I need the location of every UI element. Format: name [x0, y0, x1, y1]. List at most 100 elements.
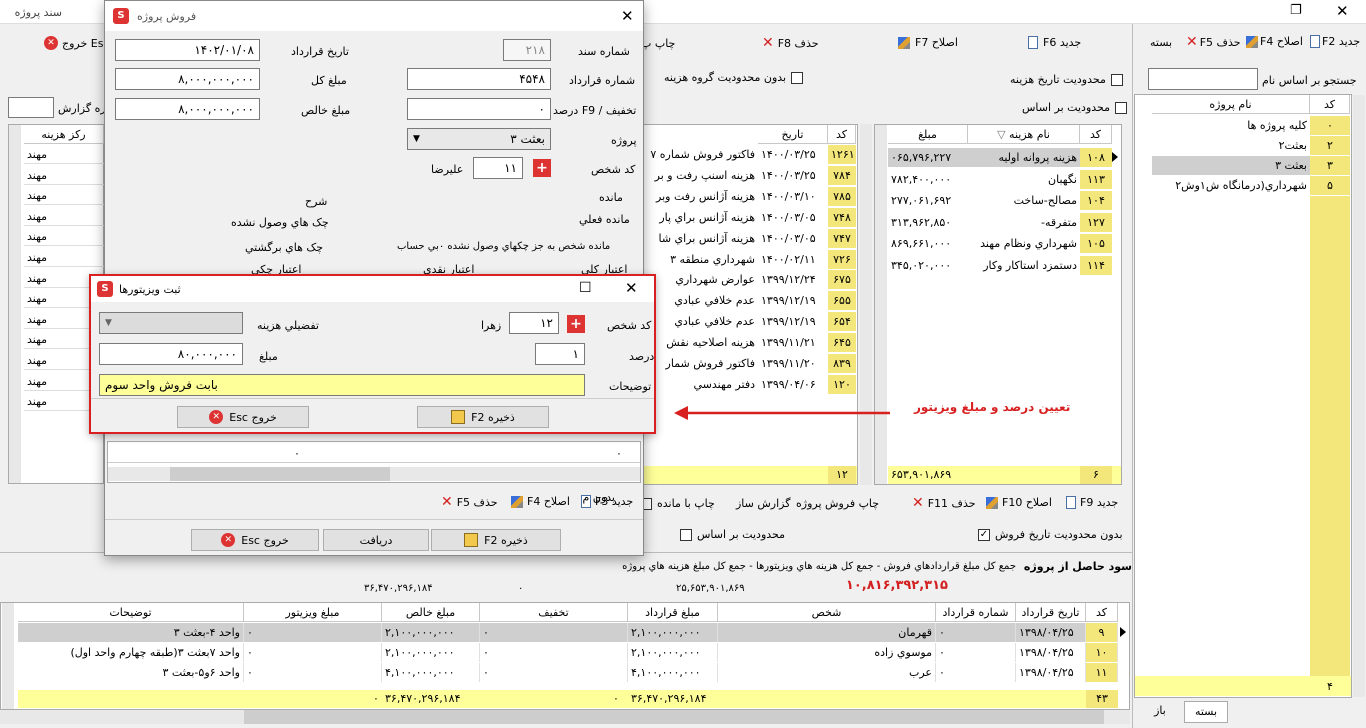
contracts-cell[interactable]: موسوي زاده: [718, 643, 936, 662]
exit-button[interactable]: ✕ خروج Esc: [44, 36, 110, 50]
report-input[interactable]: [8, 97, 54, 118]
mid-row-desc[interactable]: هزينه آژانس رفت وبر: [640, 187, 758, 206]
mid-row-desc[interactable]: عدم خلافي عبادي: [640, 312, 758, 331]
contracts-cell[interactable]: واحد ۴-بعثت ۳: [18, 623, 244, 642]
cost-center-scroll[interactable]: [9, 125, 21, 483]
add-person-button[interactable]: +: [533, 159, 551, 177]
project-select[interactable]: ▼ بعثت ۳: [407, 128, 551, 150]
mid-row-date[interactable]: ۱۴۰۰/۰۳/۰۵: [758, 229, 828, 248]
mid-row-code[interactable]: ۱۲۶۱: [828, 145, 856, 164]
contracts-cell[interactable]: ۹: [1086, 623, 1118, 642]
new-f6-button[interactable]: جدید F6: [1028, 36, 1081, 49]
mid-row-date[interactable]: ۱۳۹۹/۱۲/۱۹: [758, 312, 828, 331]
mid-row-date[interactable]: ۱۳۹۹/۰۴/۰۶: [758, 375, 828, 394]
mid-row-date[interactable]: ۱۴۰۰/۰۳/۲۵: [758, 166, 828, 185]
project-row-name[interactable]: كليه پروژه ها: [1152, 116, 1310, 135]
contracts-cell[interactable]: ۰: [936, 623, 1016, 642]
edit-f4-button[interactable]: اصلاح F4: [1246, 35, 1303, 48]
discount-input[interactable]: ۰: [407, 98, 551, 120]
contracts-cell[interactable]: قهرمان: [718, 623, 936, 642]
mid-row-desc[interactable]: شهرداري منطقه ۳: [640, 250, 758, 269]
receive-button[interactable]: دريافت: [323, 529, 429, 551]
tab-open[interactable]: باز: [1140, 701, 1180, 723]
mid-vscroll[interactable]: [860, 124, 872, 485]
cost-row-code[interactable]: ۱۱۳: [1080, 169, 1112, 189]
amount-input[interactable]: ۸۰,۰۰۰,۰۰۰: [99, 343, 243, 365]
mid-row-code[interactable]: ۶۷۵: [828, 270, 856, 290]
contracts-cell[interactable]: ۱۳۹۸/۰۴/۲۵: [1016, 623, 1086, 642]
mid-row-code[interactable]: ۷۴۷: [828, 228, 856, 248]
contracts-header-cell[interactable]: مبلغ ويزيتور: [244, 603, 382, 622]
sale-close-icon[interactable]: ✕: [621, 7, 634, 25]
cost-row-amount[interactable]: ۷۸۲,۴۰۰,۰۰۰: [888, 170, 968, 189]
contracts-cell[interactable]: ۰: [244, 663, 382, 682]
project-row-name[interactable]: بعثت۲: [1152, 136, 1310, 155]
mid-row-desc[interactable]: فاكتور فروش شماره ۷: [640, 145, 758, 164]
scroll-thumb[interactable]: [244, 710, 1104, 724]
contracts-cell[interactable]: ۴,۱۰۰,۰۰۰,۰۰۰: [628, 663, 718, 682]
cost-row-amount[interactable]: ۳۴۵,۰۲۰,۰۰۰: [888, 256, 968, 275]
mid-row-desc[interactable]: هزينه آژانس براي پار: [640, 208, 758, 227]
mid-row-desc[interactable]: عوارض شهرداري: [640, 270, 758, 289]
delete-f8-button[interactable]: حذف F8 ✕: [762, 36, 819, 50]
contracts-cell[interactable]: ۰: [936, 643, 1016, 662]
mid-row-date[interactable]: ۱۴۰۰/۰۳/۰۵: [758, 208, 828, 227]
detail-cost-select[interactable]: ▼: [99, 312, 243, 334]
contracts-vscroll[interactable]: [2, 603, 14, 709]
print-button[interactable]: چاپ پ: [641, 37, 675, 50]
cost-row-code[interactable]: ۱۲۷: [1080, 212, 1112, 232]
net-input[interactable]: ۸,۰۰۰,۰۰۰,۰۰۰: [115, 98, 260, 120]
limit-date-checkbox[interactable]: محدوديت تاريخ هزينه: [1010, 73, 1123, 86]
restore-icon[interactable]: ❐: [1290, 3, 1302, 18]
edit-f7-button[interactable]: اصلاح F7: [898, 36, 958, 49]
contracts-header-cell[interactable]: شخص: [718, 603, 936, 622]
contracts-header-cell[interactable]: شماره قرارداد: [936, 603, 1016, 622]
cost-row-amount[interactable]: ۳۱۳,۹۶۲,۸۵۰: [888, 213, 968, 232]
close-panel-button[interactable]: بسته: [1150, 36, 1172, 49]
contracts-cell[interactable]: ۰: [480, 623, 628, 642]
contracts-header-cell[interactable]: تخفيف: [480, 603, 628, 622]
contracts-header-cell[interactable]: توضيحات: [18, 603, 244, 622]
contracts-cell[interactable]: عرب: [718, 663, 936, 682]
mid-row-date[interactable]: ۱۳۹۹/۱۲/۲۴: [758, 270, 828, 289]
print-remain-checkbox[interactable]: چاپ با مانده: [640, 497, 715, 510]
mid-row-code[interactable]: ۶۵۵: [828, 291, 856, 311]
mid-row-date[interactable]: ۱۳۹۹/۱۱/۲۱: [758, 333, 828, 352]
mid-row-date[interactable]: ۱۴۰۰/۰۳/۱۰: [758, 187, 828, 206]
notes-input[interactable]: بابت فروش واحد سوم: [99, 374, 585, 396]
maximize-icon[interactable]: ☐: [579, 280, 592, 296]
mid-row-date[interactable]: ۱۳۹۹/۱۲/۱۹: [758, 291, 828, 310]
visitor-person-code-input[interactable]: ۱۲: [509, 312, 559, 334]
cost-row-name[interactable]: مصالح-ساخت: [968, 191, 1080, 210]
contracts-cell[interactable]: واحد ۶و۵-بعثت ۳: [18, 663, 244, 682]
cost-row-code[interactable]: ۱۰۵: [1080, 234, 1112, 253]
contracts-hscroll[interactable]: [0, 710, 1130, 724]
cost-row-code[interactable]: ۱۱۴: [1080, 255, 1112, 275]
percent-input[interactable]: ۱: [535, 343, 585, 365]
limit-basis2-checkbox[interactable]: محدوديت بر اساس: [680, 528, 785, 541]
contracts-header-cell[interactable]: مبلغ خالص: [382, 603, 480, 622]
no-limit-date-checkbox[interactable]: بدون محدوديت تاريخ فروش ✓: [978, 528, 1123, 541]
person-code-input[interactable]: ۱۱: [473, 157, 523, 179]
report-builder-button[interactable]: گزارش ساز: [736, 497, 790, 510]
contracts-cell[interactable]: ۲,۱۰۰,۰۰۰,۰۰۰: [382, 623, 480, 642]
cost-header-name[interactable]: نام هزينه ▽: [968, 125, 1080, 144]
visitor-close-icon[interactable]: ✕: [625, 279, 638, 297]
tab-closed[interactable]: بسته: [1184, 701, 1228, 723]
mid-row-code[interactable]: ۱۲۰: [828, 374, 856, 394]
project-row-code[interactable]: ۲: [1310, 136, 1350, 155]
mid-row-code[interactable]: ۶۵۴: [828, 312, 856, 332]
sale-save-button[interactable]: ذخيره F2: [431, 529, 561, 551]
cost-row-name[interactable]: هزينه پروانه اوليه: [968, 148, 1080, 167]
sale-hscroll[interactable]: [108, 467, 640, 481]
mid-row-code[interactable]: ۷۸۴: [828, 165, 856, 185]
cost-row-name[interactable]: متفرقه-: [968, 213, 1080, 232]
mid-row-date[interactable]: ۱۳۹۹/۱۱/۲۰: [758, 354, 828, 373]
mid-row-date[interactable]: ۱۴۰۰/۰۳/۲۵: [758, 145, 828, 164]
contracts-cell[interactable]: ۲,۱۰۰,۰۰۰,۰۰۰: [628, 623, 718, 642]
scroll-thumb[interactable]: [170, 467, 390, 481]
contracts-cell[interactable]: ۲,۱۰۰,۰۰۰,۰۰۰: [628, 643, 718, 662]
mid-row-code[interactable]: ۸۳۹: [828, 354, 856, 373]
mid-row-code[interactable]: ۷۲۶: [828, 249, 856, 269]
cost-row-name[interactable]: نگهبان: [968, 170, 1080, 189]
